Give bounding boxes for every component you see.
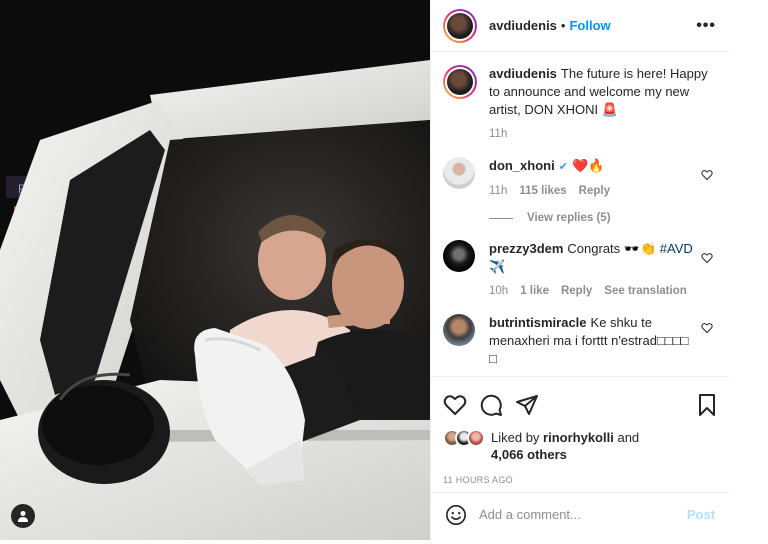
comment-text: Congrats 🕶️👏	[567, 241, 657, 256]
comment-time[interactable]: 10h	[489, 282, 508, 300]
comment-item: prezzy3dem Congrats 🕶️👏 #AVD ✈️ 10h 1 lik…	[443, 240, 717, 300]
user-tag-icon	[18, 511, 28, 522]
bookmark-icon[interactable]	[695, 393, 719, 417]
see-translation-button[interactable]: See translation	[604, 282, 686, 300]
follow-button[interactable]: Follow	[569, 18, 610, 33]
comment-item: don_xhoni ✔ ❤️🔥 11h 115 likes Reply	[443, 157, 717, 200]
liker-avatars[interactable]	[443, 429, 487, 449]
post-actions: Liked by rinorhykolli and 4,066 others 1…	[431, 376, 731, 485]
view-replies-label: View replies (5)	[527, 212, 611, 224]
comment-likes[interactable]: 115 likes	[519, 182, 566, 200]
post-comment-button[interactable]: Post	[687, 507, 715, 522]
verified-badge-icon: ✔	[558, 161, 568, 173]
post-timestamp[interactable]: 11 HOURS AGO	[443, 475, 719, 485]
share-icon[interactable]	[515, 393, 539, 417]
post-header: avdiudenis • Follow •••	[431, 0, 730, 52]
instagram-post-modal: ROA	[0, 0, 768, 544]
post-side-panel: avdiudenis • Follow ••• avdiudenis The fu…	[430, 0, 731, 544]
author-username[interactable]: avdiudenis	[489, 18, 557, 33]
action-icons	[443, 385, 719, 425]
comment-like-icon[interactable]	[701, 169, 713, 181]
comment-item: butrintismiracle Ke shku te menaxheri ma …	[443, 314, 717, 368]
comment-username[interactable]: don_xhoni	[489, 158, 555, 173]
separator-dot: •	[560, 18, 566, 33]
more-options-icon[interactable]: •••	[696, 17, 716, 35]
comment-text: ❤️🔥	[571, 158, 605, 173]
add-comment-bar: Post	[431, 492, 731, 536]
comment-avatar[interactable]	[443, 314, 475, 346]
post-photo-illustration: ROA	[0, 0, 430, 540]
liked-by-and: and	[617, 430, 640, 445]
comment-like-icon[interactable]	[701, 252, 713, 264]
comment-time[interactable]: 11h	[489, 182, 507, 200]
comments-list[interactable]: avdiudenis The future is here! Happy to a…	[431, 53, 731, 375]
caption-username[interactable]: avdiudenis	[489, 66, 557, 81]
hashtag-link[interactable]: #AVD	[660, 241, 693, 256]
author-avatar[interactable]	[443, 8, 477, 43]
liked-by-user[interactable]: rinorhykolli	[543, 430, 614, 445]
liked-by-others[interactable]: 4,066 others	[491, 447, 567, 462]
caption-time[interactable]: 11h	[489, 125, 507, 143]
comment-icon[interactable]	[479, 393, 503, 417]
comment-avatar[interactable]	[443, 240, 475, 272]
comment-avatar[interactable]	[443, 157, 475, 189]
view-replies-button[interactable]: View replies (5)	[489, 212, 717, 224]
reply-button[interactable]: Reply	[561, 282, 592, 300]
caption: avdiudenis The future is here! Happy to a…	[443, 65, 717, 143]
user-tag-button[interactable]	[11, 504, 35, 528]
caption-avatar[interactable]	[443, 65, 477, 99]
comment-input[interactable]	[479, 507, 679, 522]
comment-username[interactable]: butrintismiracle	[489, 315, 587, 330]
emoji-icon[interactable]	[445, 504, 467, 526]
post-photo[interactable]: ROA	[0, 0, 430, 540]
heart-icon[interactable]	[443, 393, 467, 417]
comment-username[interactable]: prezzy3dem	[489, 241, 563, 256]
likes-summary: Liked by rinorhykolli and 4,066 others	[443, 429, 719, 463]
comment-likes[interactable]: 1 like	[520, 282, 549, 300]
comment-like-icon[interactable]	[701, 322, 713, 334]
reply-button[interactable]: Reply	[579, 182, 610, 200]
comment-text-extra: ✈️	[489, 259, 506, 274]
page-margin	[730, 0, 768, 544]
liked-by-prefix: Liked by	[491, 430, 540, 445]
